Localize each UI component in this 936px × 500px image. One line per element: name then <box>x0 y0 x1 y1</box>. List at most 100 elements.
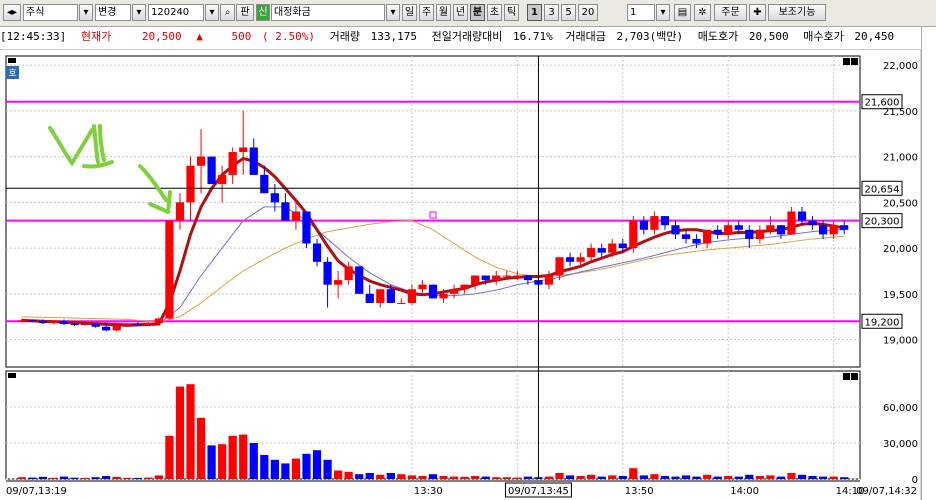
period-button-6[interactable]: 틱 <box>504 4 519 21</box>
volume-bar <box>428 474 438 479</box>
candle <box>713 229 722 235</box>
period-button-5[interactable]: 초 <box>487 4 502 21</box>
candle <box>49 321 58 324</box>
period-button-3[interactable]: 년 <box>453 4 468 21</box>
search-icon[interactable]: ⌕ <box>220 4 235 21</box>
market-dropdown-button[interactable]: ▾ <box>79 4 93 21</box>
stock-code-dropdown-button[interactable]: ▾ <box>205 4 219 21</box>
interval-button-0[interactable]: 1 <box>527 4 542 21</box>
candle <box>38 321 48 324</box>
volume-bar <box>650 474 659 479</box>
ask-value: 20,500 <box>748 30 789 43</box>
settings-icon[interactable]: ✲ <box>694 4 711 21</box>
volume-bar <box>776 476 786 479</box>
volume-bar <box>818 476 828 479</box>
volume-value: 133,175 <box>370 30 417 43</box>
volume-bar <box>123 477 132 479</box>
volume-pane-menu-icon[interactable] <box>8 373 16 378</box>
volume-bar <box>260 455 269 479</box>
candle <box>80 324 90 326</box>
pan-label: 판 <box>240 7 250 18</box>
volume-bar <box>144 477 153 479</box>
candle <box>840 225 849 230</box>
change-percent: ( 2.50%) <box>261 30 315 43</box>
volume-bar <box>154 475 163 479</box>
plus-icon[interactable]: ✚ <box>749 4 766 21</box>
candle <box>671 225 680 235</box>
candle <box>428 284 438 299</box>
candle <box>492 275 501 281</box>
price-pane-close-icon[interactable] <box>851 58 858 65</box>
chart-background <box>0 50 920 500</box>
volume-bar <box>471 476 480 479</box>
volume-bar <box>333 470 343 479</box>
period-button-2[interactable]: 월 <box>436 4 451 21</box>
volume-pane-minimize-icon[interactable] <box>843 373 850 380</box>
stock-name-value: 대정화금 <box>274 7 311 18</box>
interval-input-value: 1 <box>630 7 637 18</box>
price-volume-chart[interactable]: 21,60020,30019,20020,65419,00019,50020,0… <box>0 50 920 500</box>
volume-bar <box>544 476 554 479</box>
period-button-0[interactable]: 일 <box>402 4 417 21</box>
change-button[interactable]: 변경 <box>95 4 131 21</box>
stock-code-value: 120240 <box>151 7 190 18</box>
line-handle[interactable] <box>429 211 437 219</box>
candle <box>597 248 606 253</box>
candle <box>218 174 227 185</box>
candle <box>587 248 596 258</box>
market-select[interactable]: 주식 <box>23 4 78 21</box>
period-button-4[interactable]: 분 <box>470 4 485 21</box>
volume-tick-label: 60,000 <box>883 403 918 414</box>
interval-button-2[interactable]: 5 <box>561 4 576 21</box>
volume-bar <box>323 459 332 479</box>
candle <box>123 324 132 326</box>
period-button-1[interactable]: 주 <box>419 4 434 21</box>
bid-label: 매수호가 <box>803 30 844 43</box>
volume-bar <box>112 476 121 479</box>
stock-code-input[interactable]: 120240 <box>148 4 204 21</box>
volume-bar <box>355 474 364 479</box>
stock-name-dropdown-button[interactable]: ▾ <box>386 4 400 21</box>
save-icon[interactable]: ▤ <box>674 4 691 21</box>
candle <box>91 324 100 327</box>
interval-input[interactable]: 1 <box>627 4 655 21</box>
candle <box>260 174 269 194</box>
candle <box>17 320 26 322</box>
code-badge: 신 <box>256 4 270 21</box>
order-button[interactable]: 주문 <box>714 4 747 21</box>
volume-tick-label: 30,000 <box>883 439 918 450</box>
change-button-label: 변경 <box>98 7 117 18</box>
volume-bar <box>829 476 838 479</box>
interval-button-3[interactable]: 20 <box>578 4 598 21</box>
volume-pane-close-icon[interactable] <box>851 373 858 380</box>
amount-label: 거래대금 <box>565 30 606 43</box>
volume-bar <box>175 386 185 479</box>
side-panel-strip <box>921 27 936 500</box>
candle <box>28 320 37 322</box>
price-pane-minimize-icon[interactable] <box>843 58 850 65</box>
volume-bar <box>449 476 459 479</box>
candle <box>460 284 469 290</box>
x-start-label: 09/07,13:19 <box>6 486 67 497</box>
interval-dropdown-button[interactable]: ▾ <box>656 4 670 21</box>
volume-bar <box>439 476 448 479</box>
volume-bar <box>376 474 385 479</box>
aux-function-button[interactable]: 보조기능 <box>768 4 826 21</box>
amount-value: 2,703(백만) <box>616 30 684 43</box>
pan-button[interactable]: 판 <box>236 4 254 21</box>
change-dropdown-button[interactable]: ▾ <box>132 4 146 21</box>
volume-bar <box>576 476 585 479</box>
volume-bar <box>386 473 395 479</box>
price-pane-menu-icon[interactable] <box>8 58 16 63</box>
bid-value: 20,450 <box>854 30 895 43</box>
volume-bar <box>523 476 533 479</box>
candle <box>239 147 248 153</box>
volume-bar <box>397 474 406 479</box>
volume-bar <box>502 477 511 479</box>
stock-name-field[interactable]: 대정화금 <box>271 4 385 21</box>
candle <box>449 289 459 294</box>
volume-bar <box>797 474 807 479</box>
change-arrow: ▲ <box>196 30 203 43</box>
interval-button-1[interactable]: 3 <box>544 4 559 21</box>
nav-arrows-button[interactable]: ◂▸ <box>3 4 21 21</box>
